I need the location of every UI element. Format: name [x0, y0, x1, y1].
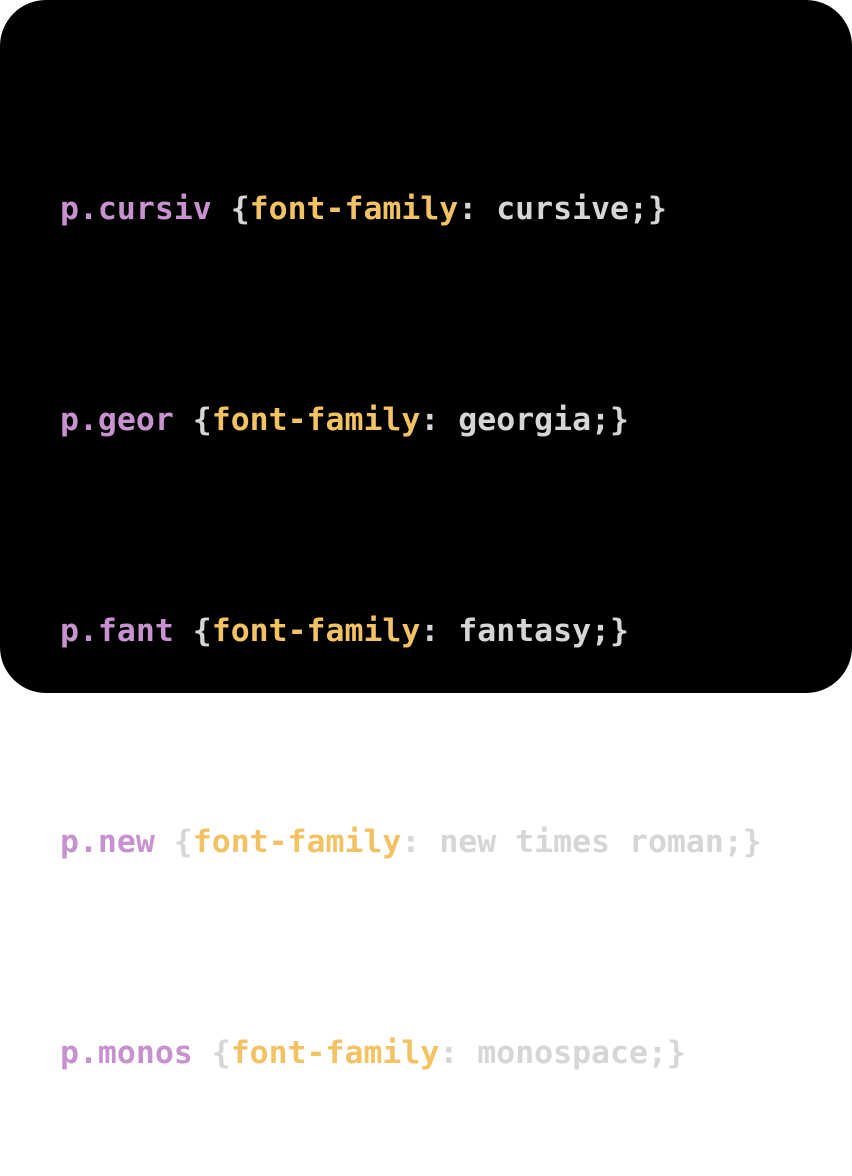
colon: : [458, 190, 478, 227]
css-value: monospace; [477, 1034, 667, 1071]
css-selector: p.geor [60, 401, 174, 438]
close-brace: } [742, 823, 762, 860]
css-value: fantasy; [458, 612, 611, 649]
open-brace: { [230, 190, 250, 227]
css-property: font-family [230, 1034, 440, 1071]
code-line-cursiv: p.cursiv {font-family: cursive;} [60, 184, 762, 236]
close-brace: } [610, 612, 629, 649]
code-line-new: p.new {font-family: new times roman;} [60, 817, 762, 869]
open-brace: { [192, 401, 212, 438]
css-code-block: p.cursiv {font-family: cursive;} p.geor … [60, 89, 762, 1174]
css-selector: p.fant [60, 612, 174, 649]
colon: : [420, 612, 440, 649]
css-selector: p.cursiv [60, 190, 212, 227]
open-brace: { [173, 823, 193, 860]
close-brace: } [610, 401, 629, 438]
code-snippet-card: p.cursiv {font-family: cursive;} p.geor … [0, 0, 852, 1068]
code-line-monos: p.monos {font-family: monospace;} [60, 1028, 762, 1080]
open-brace: { [211, 1034, 231, 1071]
css-selector: p.monos [60, 1034, 193, 1071]
colon: : [420, 401, 440, 438]
css-value: new times roman; [439, 823, 743, 860]
code-line-geor: p.geor {font-family: georgia;} [60, 395, 762, 447]
colon: : [401, 823, 421, 860]
css-property: font-family [192, 823, 402, 860]
css-value: cursive; [496, 190, 648, 227]
css-property: font-family [211, 612, 421, 649]
css-property: font-family [211, 401, 421, 438]
code-line-fant: p.fant {font-family: fantasy;} [60, 606, 762, 658]
css-value: georgia; [458, 401, 611, 438]
open-brace: { [192, 612, 212, 649]
close-brace: } [647, 190, 667, 227]
css-selector: p.new [60, 823, 155, 860]
close-brace: } [666, 1034, 686, 1071]
css-property: font-family [249, 190, 459, 227]
colon: : [439, 1034, 459, 1071]
